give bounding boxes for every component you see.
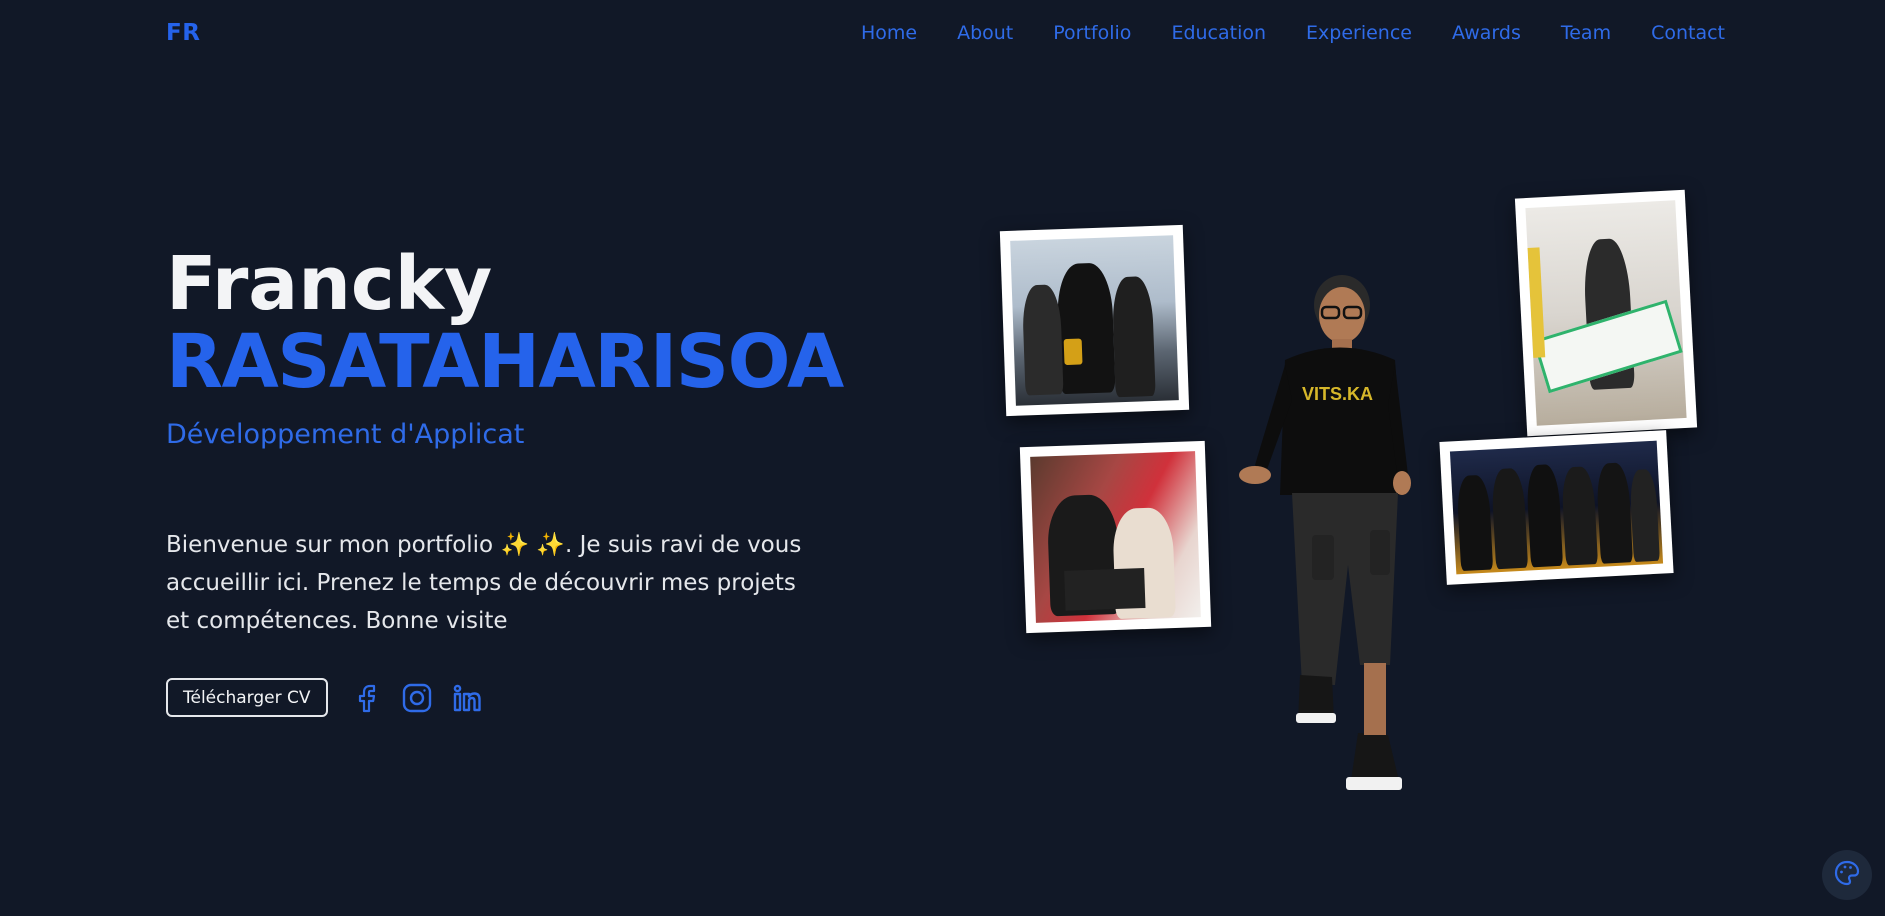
logo[interactable]: FR: [166, 20, 200, 46]
download-cv-button[interactable]: Télécharger CV: [166, 678, 328, 717]
nav-link-experience[interactable]: Experience: [1306, 22, 1412, 44]
facebook-icon[interactable]: [350, 681, 384, 715]
avatar-character: VITS.KA: [1239, 275, 1411, 790]
intro-text: Bienvenue sur mon portfolio ✨ ✨. Je suis…: [166, 532, 802, 634]
nav-links: Home About Portfolio Education Experienc…: [861, 22, 1725, 44]
instagram-icon[interactable]: [400, 681, 434, 715]
palette-icon: [1833, 859, 1861, 891]
hero-heading: Francky RASATAHARISOA Développement d'Ap…: [166, 245, 846, 450]
nav-link-contact[interactable]: Contact: [1651, 22, 1725, 44]
svg-text:VITS.KA: VITS.KA: [1302, 384, 1373, 404]
theme-palette-button[interactable]: [1822, 850, 1872, 900]
nav-link-portfolio[interactable]: Portfolio: [1053, 22, 1131, 44]
top-nav: FR Home About Portfolio Education Experi…: [0, 0, 1885, 68]
photo-laptop: [1019, 440, 1212, 634]
photo-hackathon-cheque: [1514, 189, 1698, 437]
portfolio-page: FR Home About Portfolio Education Experi…: [0, 0, 1885, 916]
last-name: RASATAHARISOA: [166, 319, 844, 405]
hero-actions: Télécharger CV: [166, 678, 484, 717]
photo-team-event: [1439, 430, 1674, 585]
nav-link-awards[interactable]: Awards: [1452, 22, 1521, 44]
first-name: Francky: [166, 241, 493, 327]
nav-link-home[interactable]: Home: [861, 22, 917, 44]
role-subtitle: Développement d'Applicat: [166, 419, 525, 450]
social-links: [350, 681, 484, 715]
nav-link-education[interactable]: Education: [1171, 22, 1266, 44]
photo-trophy: [999, 224, 1190, 417]
nav-link-team[interactable]: Team: [1561, 22, 1611, 44]
linkedin-icon[interactable]: [450, 681, 484, 715]
nav-link-about[interactable]: About: [957, 22, 1013, 44]
